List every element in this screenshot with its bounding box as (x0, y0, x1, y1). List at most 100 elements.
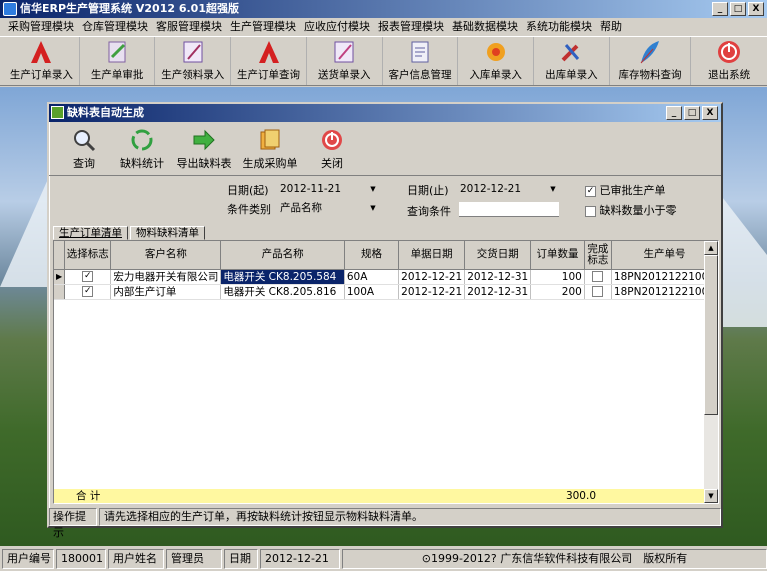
toolbar-customer-info-button[interactable]: 客户信息管理 (383, 37, 459, 85)
table-row[interactable]: ▶ ✓ 宏力电器开关有限公司 电器开关 CK8.205.584 60A 2012… (54, 269, 718, 285)
col-done[interactable]: 完成 标志 (584, 241, 612, 270)
user-id-value: 180001 (56, 549, 106, 569)
magnifier-icon (72, 128, 96, 152)
order-table: 选择标志 客户名称 产品名称 规格 单据日期 交货日期 订单数量 完成 标志 生… (54, 241, 718, 300)
cell-customer[interactable]: 宏力电器开关有限公司 (110, 269, 222, 285)
menu-purchase[interactable]: 采购管理模块 (4, 18, 78, 36)
child-minimize-button[interactable]: _ (666, 106, 682, 120)
child-maximize-button[interactable]: □ (684, 106, 700, 120)
vertical-scrollbar[interactable]: ▲ ▼ (704, 241, 718, 503)
app-title-bar[interactable]: 信华ERP生产管理系统 V2012 6.01超强版 _ □ X (0, 0, 767, 18)
cell-customer[interactable]: 内部生产订单 (110, 284, 222, 300)
date-to-picker[interactable]: 2012-12-21 ▼ (457, 182, 559, 197)
row-indicator-header (54, 241, 66, 270)
date-value: 2012-12-21 (260, 549, 340, 569)
toolbar-label: 送货单录入 (317, 69, 371, 81)
approved-label: 已审批生产单 (599, 184, 666, 197)
toolbar-label: 退出系统 (708, 69, 751, 81)
dropdown-arrow-icon: ▼ (550, 185, 556, 193)
tab-production-orders[interactable]: 生产订单清单 (53, 226, 128, 240)
close-window-button[interactable]: 关闭 (303, 124, 361, 175)
menu-help[interactable]: 帮助 (596, 18, 626, 36)
cell-product[interactable]: 电器开关 CK8.205.816 (220, 284, 345, 300)
tools-icon (558, 39, 584, 65)
toolbar-exit-button[interactable]: 退出系统 (691, 37, 767, 85)
exit-icon (716, 39, 742, 65)
cell-qty[interactable]: 200 (530, 284, 585, 300)
app-title: 信华ERP生产管理系统 V2012 6.01超强版 (20, 2, 239, 15)
child-toolbar: 查询 缺料统计 导出缺料表 生成采购单 关闭 (49, 124, 721, 176)
toolbar-material-pick-entry-button[interactable]: 生产领料录入 (155, 37, 232, 85)
pen-form-icon (331, 39, 357, 65)
toolbar-inventory-query-button[interactable]: 库存物料查询 (610, 37, 692, 85)
cell-doc-date[interactable]: 2012-12-21 (398, 284, 466, 300)
col-spec[interactable]: 规格 (344, 241, 400, 270)
select-checkbox[interactable]: ✓ (64, 284, 112, 300)
scroll-down-icon[interactable]: ▼ (704, 489, 718, 503)
select-checkbox[interactable]: ✓ (64, 269, 112, 285)
shortage-stats-button[interactable]: 缺料统计 (113, 124, 171, 175)
tools-approve-icon (104, 39, 130, 65)
category-select[interactable]: 产品名称 ▼ (277, 201, 379, 216)
export-shortage-button[interactable]: 导出缺料表 (171, 124, 237, 175)
col-select[interactable]: 选择标志 (64, 241, 112, 270)
main-toolbar: 生产订单录入 生产单审批 生产领料录入 生产订单查询 送货单录入 客户信息管理 … (0, 36, 767, 86)
query-condition-input[interactable] (459, 202, 559, 217)
col-delivery-date[interactable]: 交货日期 (464, 241, 532, 270)
tab-material-shortage[interactable]: 物料缺料清单 (130, 226, 205, 240)
toolbar-production-approval-button[interactable]: 生产单审批 (80, 37, 156, 85)
menu-base-data[interactable]: 基础数据模块 (448, 18, 522, 36)
col-customer[interactable]: 客户名称 (110, 241, 222, 270)
col-product[interactable]: 产品名称 (220, 241, 345, 270)
cell-doc-date[interactable]: 2012-12-21 (398, 269, 466, 285)
toolbar-production-order-query-button[interactable]: 生产订单查询 (231, 37, 307, 85)
date-from-picker[interactable]: 2012-11-21 ▼ (277, 182, 379, 197)
close-button[interactable]: X (748, 2, 764, 16)
cell-qty[interactable]: 100 (530, 269, 585, 285)
done-checkbox[interactable] (584, 269, 612, 285)
feather-icon (637, 39, 663, 65)
col-order-no[interactable]: 生产单号 (611, 241, 718, 270)
dropdown-arrow-icon: ▼ (370, 185, 376, 193)
col-qty[interactable]: 订单数量 (530, 241, 585, 270)
cell-product[interactable]: 电器开关 CK8.205.584 (220, 269, 345, 285)
shortage-negative-checkbox[interactable]: 缺料数量小于零 (585, 204, 677, 218)
toolbar-inbound-entry-button[interactable]: 入库单录入 (458, 37, 535, 85)
maximize-button[interactable]: □ (730, 2, 746, 16)
app-icon (3, 2, 17, 16)
menu-customer-service[interactable]: 客服管理模块 (152, 18, 226, 36)
scroll-up-icon[interactable]: ▲ (704, 241, 718, 255)
table-row[interactable]: ✓ 内部生产订单 电器开关 CK8.205.816 100A 2012-12-2… (54, 284, 718, 300)
cell-delivery-date[interactable]: 2012-12-31 (464, 284, 532, 300)
row-indicator: ▶ (54, 269, 66, 285)
child-window-icon (51, 106, 64, 119)
toolbar-outbound-entry-button[interactable]: 出库单录入 (534, 37, 610, 85)
child-title-bar[interactable]: 缺料表自动生成 _ □ X (49, 104, 721, 122)
generate-purchase-button[interactable]: 生成采购单 (237, 124, 303, 175)
menu-production[interactable]: 生产管理模块 (226, 18, 300, 36)
menu-system[interactable]: 系统功能模块 (522, 18, 596, 36)
col-doc-date[interactable]: 单据日期 (398, 241, 466, 270)
toolbar-delivery-entry-button[interactable]: 送货单录入 (307, 37, 383, 85)
cell-order-no[interactable]: 18PN20121221002 (611, 284, 718, 300)
toolbar-production-order-entry-button[interactable]: 生产订单录入 (4, 37, 80, 85)
cell-spec[interactable]: 60A (344, 269, 400, 285)
query-button[interactable]: 查询 (55, 124, 113, 175)
toolbar-label: 入库单录入 (469, 69, 522, 81)
child-close-button[interactable]: X (702, 106, 718, 120)
scroll-thumb[interactable] (704, 255, 718, 415)
cell-spec[interactable]: 100A (344, 284, 400, 300)
approved-checkbox[interactable]: ✓ 已审批生产单 (585, 184, 666, 198)
cell-order-no[interactable]: 18PN20121221001 (611, 269, 718, 285)
menu-reports[interactable]: 报表管理模块 (374, 18, 448, 36)
date-from-value: 2012-11-21 (280, 183, 342, 195)
minimize-button[interactable]: _ (712, 2, 728, 16)
checkbox-icon (585, 205, 596, 217)
menu-warehouse[interactable]: 仓库管理模块 (78, 18, 152, 36)
done-checkbox[interactable] (584, 284, 612, 300)
checkbox-icon: ✓ (82, 286, 94, 297)
menu-bar: 采购管理模块 仓库管理模块 客服管理模块 生产管理模块 应收应付模块 报表管理模… (0, 18, 767, 36)
menu-receivables[interactable]: 应收应付模块 (300, 18, 374, 36)
category-label: 条件类别 (227, 203, 271, 216)
cell-delivery-date[interactable]: 2012-12-31 (464, 269, 532, 285)
